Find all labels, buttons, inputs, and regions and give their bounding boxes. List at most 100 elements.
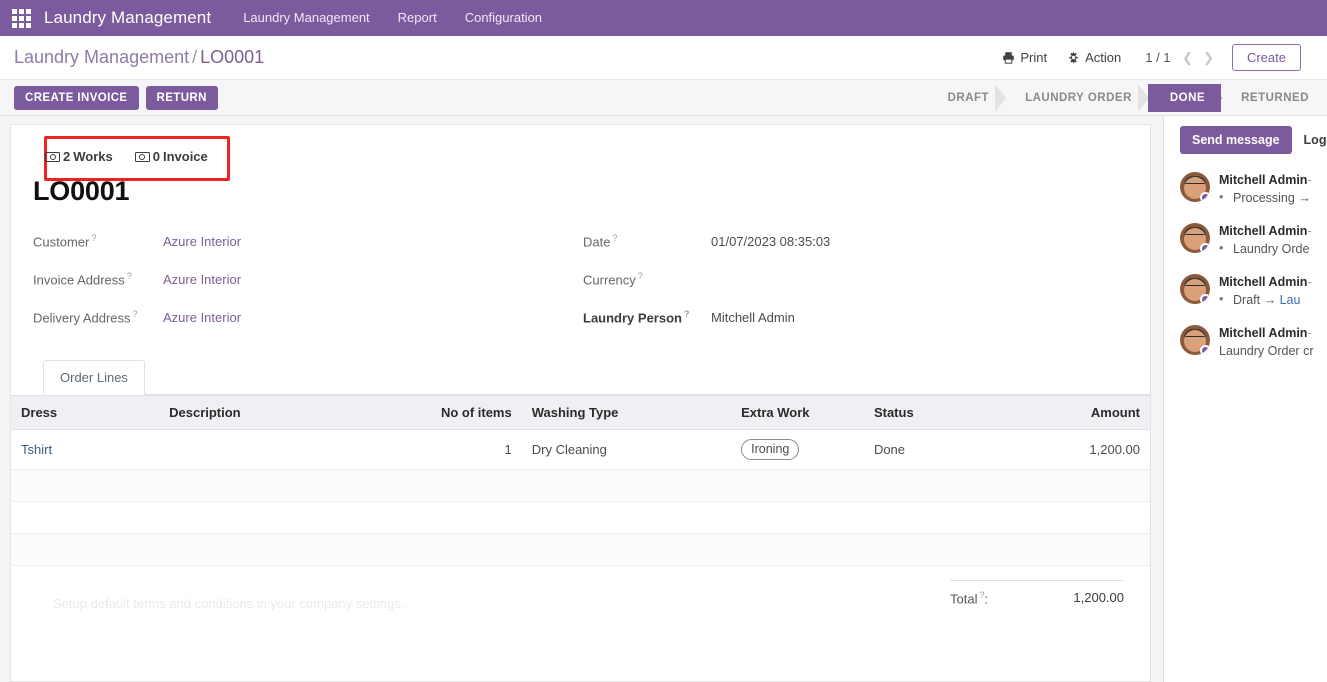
extra-work-tag: Ironing	[741, 439, 800, 460]
grid-apps-icon[interactable]	[10, 7, 32, 29]
empty-cell	[863, 501, 992, 534]
works-label: Works	[73, 149, 113, 164]
tracking-text: Draft	[1233, 293, 1261, 307]
invoice-count: 0	[152, 149, 160, 164]
col-description: Description	[159, 395, 343, 430]
tracking-text: Processing	[1233, 191, 1295, 205]
status-dot	[1200, 345, 1210, 355]
avatar[interactable]	[1180, 325, 1210, 355]
log-note-button[interactable]: Log	[1304, 133, 1327, 147]
stage-draft[interactable]: DRAFT	[928, 83, 1007, 112]
author-name: Mitchell Admin	[1219, 326, 1308, 340]
total-value: 1,200.00	[1073, 590, 1124, 605]
cell-washing-type[interactable]: Dry Cleaning	[521, 429, 732, 470]
avatar[interactable]	[1180, 274, 1210, 304]
total-row: Total?: 1,200.00	[950, 580, 1124, 606]
tracking-arrow: →	[1298, 191, 1311, 205]
stage-done[interactable]: DONE	[1147, 83, 1223, 112]
field-label-date: Date?	[583, 233, 711, 249]
money-bill-icon	[134, 151, 150, 162]
help-icon[interactable]: ?	[133, 309, 138, 319]
smart-button-works[interactable]: 2 Works	[45, 147, 113, 166]
col-status: Status	[863, 395, 992, 430]
laundry-person-label-text: Laundry Person	[583, 310, 682, 326]
empty-cell	[731, 533, 864, 566]
tab-order-lines[interactable]: Order Lines	[43, 360, 145, 395]
message-body: Mitchell Admin- Laundry Orde	[1219, 223, 1327, 256]
col-no-of-items: No of items	[342, 395, 522, 430]
cell-dress[interactable]: Tshirt	[11, 429, 160, 470]
avatar[interactable]	[1180, 223, 1210, 253]
menu-laundry-management[interactable]: Laundry Management	[229, 0, 383, 36]
empty-cell	[159, 533, 343, 566]
record-title: LO0001	[33, 176, 130, 206]
chevron-right-icon[interactable]: ❯	[1203, 50, 1214, 66]
pager-arrows: ❮ ❯	[1182, 50, 1214, 66]
field-label-invoice-address: Invoice Address?	[33, 271, 163, 287]
table-row[interactable]: Tshirt 1 Dry Cleaning Ironing Done 1,200…	[11, 429, 1150, 470]
return-button[interactable]: RETURN	[145, 85, 218, 110]
empty-cell	[342, 501, 522, 534]
field-value-delivery-address[interactable]: Azure Interior	[163, 310, 241, 325]
status-dot	[1200, 294, 1210, 304]
help-icon[interactable]: ?	[612, 233, 617, 243]
terms-placeholder[interactable]: Setup default terms and conditions in yo…	[11, 580, 571, 614]
help-icon[interactable]: ?	[91, 233, 96, 243]
avatar-glasses	[1185, 234, 1205, 240]
field-value-date[interactable]: 01/07/2023 08:35:03	[711, 234, 830, 249]
message-author: Mitchell Admin-	[1219, 326, 1327, 340]
stage-laundry-order[interactable]: LAUNDRY ORDER	[1005, 83, 1149, 112]
control-panel: Laundry Management / LO0001 Print Action 1	[0, 36, 1327, 80]
avatar[interactable]	[1180, 172, 1210, 202]
smart-button-row: 2 Works 0 Invoice	[33, 147, 1150, 166]
field-row-delivery-address: Delivery Address? Azure Interior	[33, 309, 583, 326]
form-sheet: 2 Works 0 Invoice LO0001 Customer ? Azur…	[10, 124, 1151, 682]
menu-report[interactable]: Report	[384, 0, 451, 36]
date-label-text: Date	[583, 234, 611, 250]
author-meta: -	[1307, 173, 1312, 187]
message-author: Mitchell Admin-	[1219, 224, 1327, 238]
menu-configuration[interactable]: Configuration	[451, 0, 556, 36]
empty-cell	[159, 501, 343, 534]
notebook: Order Lines	[11, 359, 1150, 395]
cell-no-of-items[interactable]: 1	[342, 429, 522, 470]
message-author: Mitchell Admin-	[1219, 275, 1327, 289]
empty-cell	[991, 469, 1150, 502]
empty-cell	[159, 469, 343, 502]
help-icon[interactable]: ?	[684, 309, 690, 319]
stage-returned[interactable]: RETURNED	[1221, 84, 1313, 112]
print-button[interactable]: Print	[992, 46, 1057, 69]
message-tracking: Laundry Orde	[1219, 241, 1327, 256]
field-value-customer[interactable]: Azure Interior	[163, 234, 241, 249]
breadcrumb-root[interactable]: Laundry Management	[14, 47, 189, 67]
breadcrumb-separator: /	[192, 47, 198, 67]
field-row-date: Date? 01/07/2023 08:35:03	[583, 233, 1123, 250]
col-extra-work: Extra Work	[731, 395, 864, 430]
field-value-invoice-address[interactable]: Azure Interior	[163, 272, 241, 287]
app-brand-title[interactable]: Laundry Management	[38, 8, 229, 28]
field-value-laundry-person[interactable]: Mitchell Admin	[711, 310, 795, 325]
cell-extra-work[interactable]: Ironing	[731, 429, 864, 470]
money-bill-icon	[45, 151, 60, 162]
empty-cell	[863, 533, 992, 566]
help-icon[interactable]: ?	[127, 271, 132, 281]
empty-cell	[11, 533, 160, 566]
form-fields: Customer? Azure Interior Invoice Address…	[11, 207, 1150, 347]
help-icon[interactable]: ?	[638, 271, 643, 281]
status-bar: CREATE INVOICE RETURN DRAFT LAUNDRY ORDE…	[0, 80, 1327, 116]
breadcrumb-current: LO0001	[200, 47, 265, 67]
cell-amount[interactable]: 1,200.00	[991, 429, 1150, 470]
action-button[interactable]: Action	[1057, 46, 1131, 69]
empty-cell	[521, 501, 732, 534]
chevron-left-icon[interactable]: ❮	[1182, 50, 1193, 66]
smart-button-invoice[interactable]: 0 Invoice	[134, 147, 208, 166]
cell-description[interactable]	[159, 429, 343, 470]
print-label: Print	[1020, 50, 1048, 65]
create-button[interactable]: Create	[1231, 44, 1301, 71]
empty-cell	[991, 533, 1150, 566]
chatter-panel: Send message Log Mitchell Admin- Process…	[1163, 116, 1327, 682]
send-message-button[interactable]: Send message	[1180, 126, 1292, 154]
create-invoice-button[interactable]: CREATE INVOICE	[14, 85, 139, 110]
cell-status[interactable]: Done	[863, 429, 992, 470]
message-body: Mitchell Admin- Draft → Lau	[1219, 274, 1327, 307]
